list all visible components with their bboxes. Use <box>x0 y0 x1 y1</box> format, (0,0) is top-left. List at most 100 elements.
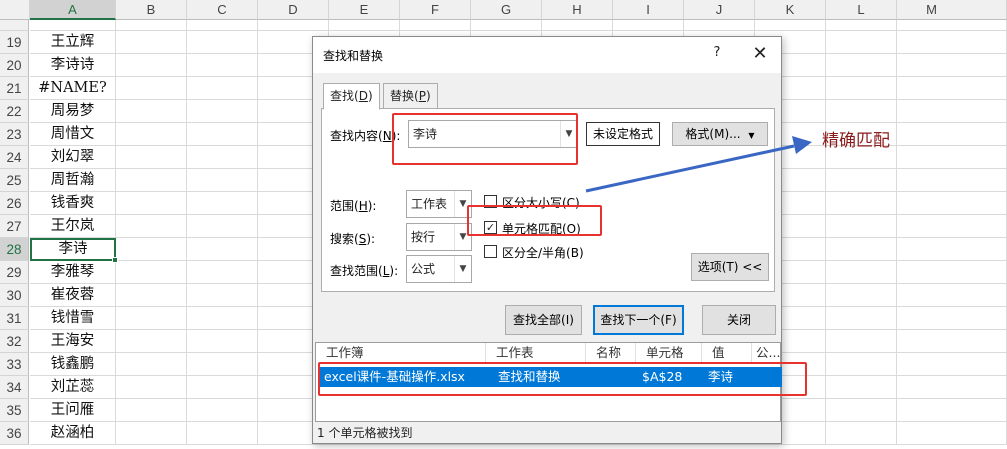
cell[interactable] <box>826 54 897 77</box>
fill-handle[interactable] <box>112 257 118 263</box>
find-all-button[interactable]: 查找全部(I) <box>505 305 582 335</box>
row-header[interactable]: 33 <box>0 353 29 376</box>
cell-name[interactable]: 钱惜雪 <box>30 307 116 330</box>
chevron-down-icon[interactable]: ▼ <box>560 121 577 147</box>
cell[interactable] <box>116 399 187 422</box>
options-button[interactable]: 选项(T) << <box>691 253 769 281</box>
cell[interactable] <box>826 261 897 284</box>
row-header[interactable]: 31 <box>0 307 29 330</box>
col-header-g[interactable]: G <box>471 0 542 20</box>
row-header[interactable]: 29 <box>0 261 29 284</box>
cell[interactable] <box>897 169 1007 192</box>
cell[interactable] <box>897 422 1007 445</box>
cell[interactable] <box>826 20 897 31</box>
cell[interactable] <box>187 215 258 238</box>
result-header-formula[interactable]: 公... <box>752 343 782 363</box>
cell[interactable] <box>116 422 187 445</box>
row-header[interactable]: 23 <box>0 123 29 146</box>
cell[interactable] <box>116 215 187 238</box>
cell[interactable] <box>187 422 258 445</box>
select-all-corner[interactable] <box>0 0 30 20</box>
cell[interactable] <box>258 20 329 31</box>
cell[interactable] <box>116 31 187 54</box>
cell[interactable] <box>30 20 116 31</box>
cell-name[interactable]: 周惜文 <box>30 123 116 146</box>
cell[interactable] <box>116 284 187 307</box>
chevron-down-icon[interactable]: ▼ <box>454 256 471 282</box>
cell[interactable] <box>755 20 826 31</box>
row-header[interactable]: 25 <box>0 169 29 192</box>
chevron-down-icon[interactable]: ▼ <box>454 191 471 217</box>
cell-name[interactable]: 周哲瀚 <box>30 169 116 192</box>
cell[interactable] <box>897 54 1007 77</box>
result-header-name[interactable]: 名称 <box>586 343 636 363</box>
cell[interactable] <box>116 123 187 146</box>
row-header[interactable]: 27 <box>0 215 29 238</box>
cell[interactable] <box>329 20 400 31</box>
cell[interactable] <box>897 146 1007 169</box>
cell[interactable] <box>400 20 471 31</box>
lookin-select[interactable]: 公式 ▼ <box>406 255 472 283</box>
cell[interactable] <box>187 100 258 123</box>
cell-name[interactable]: 刘幻翠 <box>30 146 116 169</box>
cell[interactable] <box>187 330 258 353</box>
cell[interactable] <box>187 399 258 422</box>
cell-name[interactable]: 王尔岚 <box>30 215 116 238</box>
cell[interactable] <box>826 215 897 238</box>
row-header[interactable]: 21 <box>0 77 29 100</box>
result-header-sheet[interactable]: 工作表 <box>486 343 586 363</box>
cell[interactable] <box>897 307 1007 330</box>
cell[interactable] <box>187 54 258 77</box>
results-list[interactable]: 工作簿 工作表 名称 单元格 值 公... excel课件-基础操作.xlsx … <box>315 342 782 422</box>
cell[interactable] <box>897 77 1007 100</box>
active-cell[interactable]: 李诗 <box>30 238 116 261</box>
cell[interactable] <box>116 100 187 123</box>
cell-name[interactable]: 王海安 <box>30 330 116 353</box>
row-header[interactable]: 30 <box>0 284 29 307</box>
cell[interactable] <box>187 146 258 169</box>
cell[interactable] <box>826 192 897 215</box>
cell[interactable] <box>187 192 258 215</box>
cell[interactable] <box>187 20 258 31</box>
cell[interactable] <box>897 100 1007 123</box>
cell[interactable] <box>116 54 187 77</box>
cell[interactable] <box>826 376 897 399</box>
result-header-value[interactable]: 值 <box>702 343 752 363</box>
cell[interactable] <box>897 192 1007 215</box>
cell[interactable] <box>897 215 1007 238</box>
cell[interactable] <box>116 376 187 399</box>
cell[interactable] <box>897 238 1007 261</box>
cell[interactable] <box>826 307 897 330</box>
close-button[interactable]: 关闭 <box>702 305 776 335</box>
cell[interactable] <box>187 284 258 307</box>
cell[interactable] <box>826 31 897 54</box>
cell[interactable] <box>116 238 187 261</box>
cell[interactable] <box>187 31 258 54</box>
cell[interactable] <box>116 261 187 284</box>
col-header-i[interactable]: I <box>613 0 684 20</box>
row-header[interactable]: 32 <box>0 330 29 353</box>
col-header-h[interactable]: H <box>542 0 613 20</box>
cell[interactable] <box>826 353 897 376</box>
cell[interactable] <box>542 20 613 31</box>
cell[interactable] <box>897 123 1007 146</box>
cell[interactable] <box>116 169 187 192</box>
row-header[interactable]: 28 <box>0 238 29 261</box>
row-header[interactable]: 36 <box>0 422 29 445</box>
cell[interactable] <box>897 284 1007 307</box>
cell[interactable] <box>187 353 258 376</box>
tab-replace[interactable]: 替换(P) <box>383 83 438 109</box>
format-button[interactable]: 格式(M)... ▼ <box>672 122 768 146</box>
cell[interactable] <box>187 77 258 100</box>
cell[interactable] <box>826 330 897 353</box>
col-header-f[interactable]: F <box>400 0 471 20</box>
row-header[interactable]: 19 <box>0 31 29 54</box>
cell[interactable] <box>116 20 187 31</box>
cell-name[interactable]: 李雅琴 <box>30 261 116 284</box>
close-icon[interactable]: ✕ <box>749 43 771 65</box>
cell[interactable] <box>116 307 187 330</box>
cell[interactable] <box>187 123 258 146</box>
cell[interactable] <box>897 399 1007 422</box>
cell[interactable] <box>897 31 1007 54</box>
cell-name[interactable]: 李诗诗 <box>30 54 116 77</box>
